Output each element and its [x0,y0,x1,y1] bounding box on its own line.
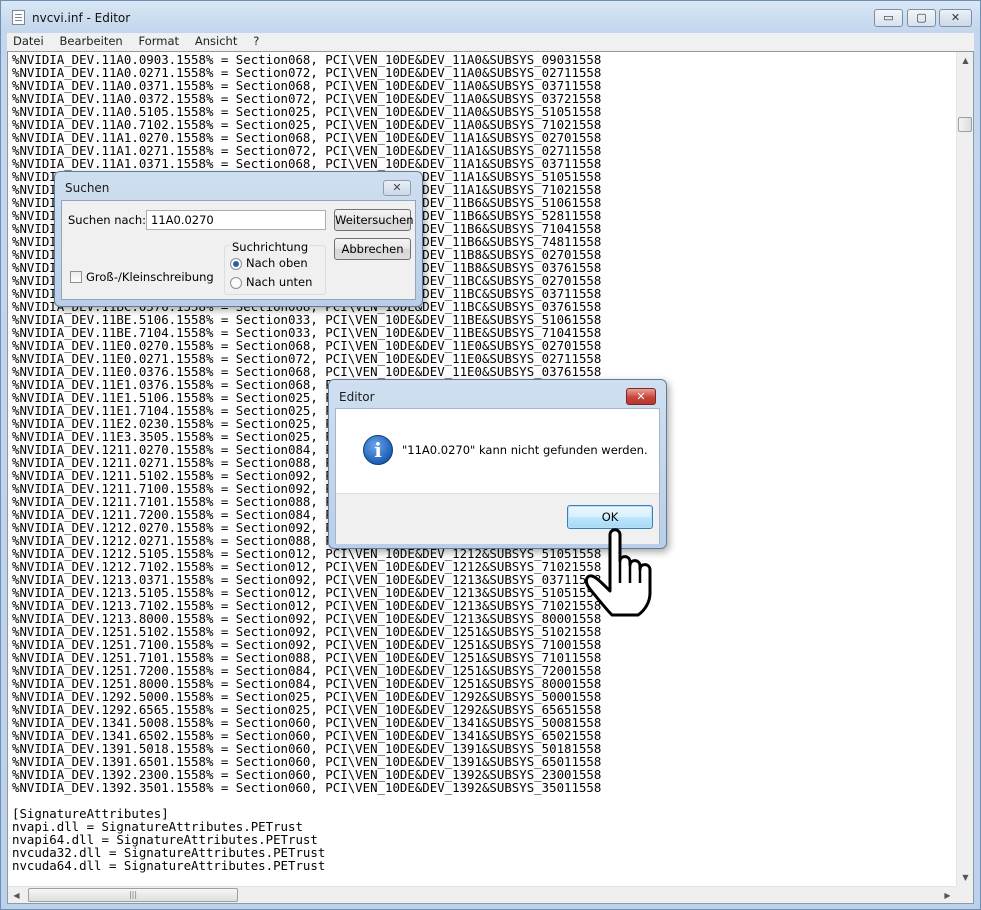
menu-bar: Datei Bearbeiten Format Ansicht ? [7,33,974,51]
horizontal-scroll-thumb[interactable]: ||| [28,888,238,902]
horizontal-scrollbar[interactable]: ◀ ||| ▶ [8,886,956,903]
direction-down-radio[interactable] [230,277,242,289]
info-icon: i [363,435,393,465]
maximize-button[interactable]: ▢ [907,9,936,27]
vertical-scroll-thumb[interactable] [958,117,972,132]
window-title: nvcvi.inf - Editor [32,11,131,25]
find-dialog-body: Suchen nach: 11A0.0270 Weitersuchen Abbr… [61,200,416,300]
match-case-checkbox[interactable] [70,271,82,283]
scroll-down-arrow-icon[interactable]: ▼ [957,869,973,886]
scroll-right-arrow-icon[interactable]: ▶ [939,887,956,903]
direction-up-label[interactable]: Nach oben [246,256,308,270]
size-grip[interactable] [956,886,973,903]
message-text: "11A0.0270" kann nicht gefunden werden. [402,443,648,457]
scroll-up-arrow-icon[interactable]: ▲ [957,52,973,69]
message-box-title: Editor [339,390,375,404]
direction-down-label[interactable]: Nach unten [246,275,312,289]
cancel-button[interactable]: Abbrechen [334,238,411,260]
minimize-button[interactable]: ▭ [874,9,903,27]
message-box-body: i "11A0.0270" kann nicht gefunden werden… [335,408,660,544]
menu-help[interactable]: ? [247,33,265,49]
editor-line: nvcuda64.dll = SignatureAttributes.PETru… [12,858,326,873]
search-label: Suchen nach: [68,213,147,227]
close-button[interactable]: ✕ [939,9,972,27]
find-dialog-title: Suchen [65,181,110,195]
find-next-button[interactable]: Weitersuchen [334,209,414,231]
editor-line: %NVIDIA_DEV.1392.3501.1558% = Section060… [12,780,602,795]
find-dialog-close-button[interactable]: ✕ [383,180,411,196]
menu-bearbeiten[interactable]: Bearbeiten [54,33,129,49]
vertical-scrollbar[interactable]: ▲ ▼ [956,52,973,886]
search-input[interactable]: 11A0.0270 [146,210,326,230]
scroll-left-arrow-icon[interactable]: ◀ [8,887,25,903]
menu-datei[interactable]: Datei [7,33,50,49]
message-box: Editor ✕ i "11A0.0270" kann nicht gefund… [328,379,667,549]
notepad-icon [12,10,25,25]
find-dialog: Suchen ✕ Suchen nach: 11A0.0270 Weitersu… [54,171,423,307]
direction-label: Suchrichtung [230,240,311,254]
hand-cursor-icon [584,528,652,617]
direction-up-radio[interactable] [230,258,242,270]
title-bar[interactable]: nvcvi.inf - Editor ▭ ▢ ✕ [1,1,980,33]
menu-format[interactable]: Format [133,33,186,49]
match-case-label[interactable]: Groß-/Kleinschreibung [86,270,214,284]
menu-ansicht[interactable]: Ansicht [189,33,243,49]
message-box-close-button[interactable]: ✕ [626,388,656,405]
